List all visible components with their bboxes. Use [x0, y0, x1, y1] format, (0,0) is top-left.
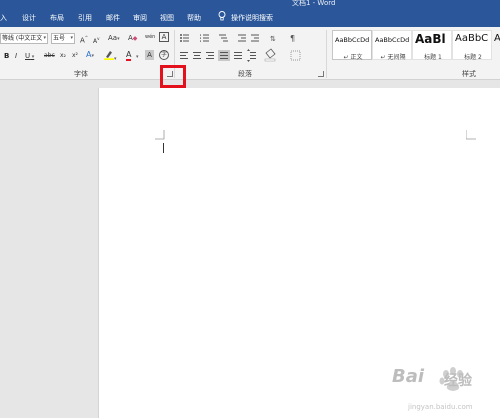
bold-button[interactable]: B — [4, 51, 9, 61]
text-highlight-button[interactable]: ▾ — [104, 50, 117, 64]
text-effects-button[interactable]: A▾ — [86, 50, 94, 61]
watermark-brand: Bai — [392, 366, 425, 387]
change-case-icon: Aa — [108, 34, 118, 42]
superscript-icon: x² — [72, 52, 78, 59]
change-case-button[interactable]: Aa▾ — [108, 33, 120, 44]
enclose-characters-button[interactable]: 字 — [159, 50, 169, 60]
style-sample: AaBl — [415, 32, 446, 46]
character-shading-button[interactable]: A — [145, 50, 154, 60]
font-name-combo[interactable]: 等线 (中文正文 ▾ — [0, 33, 48, 44]
chevron-down-icon: ▾ — [70, 35, 73, 41]
text-cursor — [163, 143, 164, 153]
font-size-combo[interactable]: 五号 ▾ — [51, 33, 75, 44]
phonetic-guide-icon: wén — [145, 34, 156, 40]
tab-help[interactable]: 帮助 — [187, 13, 201, 23]
highlighter-icon — [104, 51, 114, 60]
character-shading-icon: A — [147, 51, 152, 59]
italic-icon: I — [15, 52, 18, 60]
tab-view[interactable]: 视图 — [160, 13, 174, 23]
tab-references[interactable]: 引用 — [78, 13, 92, 23]
group-divider — [326, 30, 327, 78]
ribbon-home: 等线 (中文正文 ▾ 五号 ▾ A^ Av Aa▾ A◆ wén A B I U… — [0, 27, 500, 80]
tab-review[interactable]: 审阅 — [133, 13, 147, 23]
style-no-spacing[interactable]: AaBbCcDd ↵ 无间隔 — [372, 30, 412, 61]
ribbon-tab-bar: 文档1 - Word 入 设计 布局 引用 邮件 审阅 视图 帮助 操作说明搜索 — [0, 0, 500, 27]
watermark-brand-suffix: 经验 — [444, 373, 472, 389]
tab-design[interactable]: 设计 — [22, 13, 36, 23]
paragraph-group-label: 段落 — [238, 70, 252, 78]
phonetic-guide-button[interactable]: wén — [145, 32, 155, 42]
style-sample: AaBbCcDd — [375, 36, 410, 44]
style-normal[interactable]: AaBbCcDd ↵ 正文 — [332, 30, 372, 61]
word-window: 文档1 - Word 入 设计 布局 引用 邮件 审阅 视图 帮助 操作说明搜索… — [0, 0, 500, 418]
tab-mailings[interactable]: 邮件 — [106, 13, 120, 23]
window-title: 文档1 - Word — [292, 0, 336, 7]
italic-button[interactable]: I — [15, 51, 17, 61]
style-heading-2[interactable]: AaBbC 标题 2 — [452, 30, 492, 61]
paragraph-dialog-launcher-icon[interactable] — [318, 71, 324, 77]
svg-text:¶: ¶ — [290, 34, 295, 43]
chevron-down-icon[interactable]: ▾ — [136, 52, 139, 62]
style-sample: AaBbC — [455, 33, 489, 44]
margin-corner-mark-right — [466, 130, 476, 140]
underline-button[interactable]: U ▾ — [25, 51, 34, 62]
font-name-value: 等线 (中文正文 — [2, 35, 43, 42]
tab-layout[interactable]: 布局 — [50, 13, 64, 23]
style-title[interactable]: A — [493, 30, 500, 60]
character-border-icon: A — [161, 33, 167, 41]
style-sample: A — [494, 33, 500, 44]
style-heading-1[interactable]: AaBl 标题 1 — [412, 30, 452, 61]
styles-group-label: 样式 — [462, 70, 476, 78]
grow-font-button[interactable]: A^ — [80, 33, 88, 45]
font-color-icon: A — [126, 50, 132, 59]
character-border-button[interactable]: A — [159, 32, 169, 42]
subscript-icon: x₂ — [60, 52, 66, 59]
subscript-button[interactable]: x₂ — [60, 51, 66, 61]
strikethrough-button[interactable]: abc — [44, 51, 55, 61]
chevron-down-icon: ▾ — [43, 35, 46, 41]
clear-formatting-button[interactable]: A◆ — [128, 33, 137, 44]
lightbulb-icon — [218, 11, 226, 21]
tell-me-search[interactable]: 操作说明搜索 — [231, 13, 273, 23]
style-name: ↵ 正文 — [343, 54, 363, 61]
bold-icon: B — [4, 52, 10, 60]
annotation-highlight-box — [160, 65, 186, 88]
svg-text:⇅: ⇅ — [270, 35, 276, 43]
font-group-label: 字体 — [74, 70, 88, 78]
style-name: ↵ 无间隔 — [380, 54, 406, 61]
font-size-value: 五号 — [53, 35, 66, 42]
tab-insert[interactable]: 入 — [0, 13, 7, 23]
watermark-url: jingyan.baidu.com — [408, 403, 473, 411]
font-color-button[interactable]: A — [126, 50, 132, 61]
margin-corner-mark-left — [155, 130, 165, 140]
superscript-button[interactable]: x² — [72, 51, 78, 61]
style-name: 标题 2 — [464, 54, 482, 61]
style-name: 标题 1 — [424, 54, 442, 61]
strikethrough-icon: abc — [44, 52, 55, 59]
paragraph-toolbar-icons: ⇅ ¶ — [180, 34, 301, 62]
enclose-characters-icon: 字 — [160, 51, 167, 58]
shrink-font-button[interactable]: Av — [93, 34, 99, 47]
style-sample: AaBbCcDd — [335, 36, 370, 44]
